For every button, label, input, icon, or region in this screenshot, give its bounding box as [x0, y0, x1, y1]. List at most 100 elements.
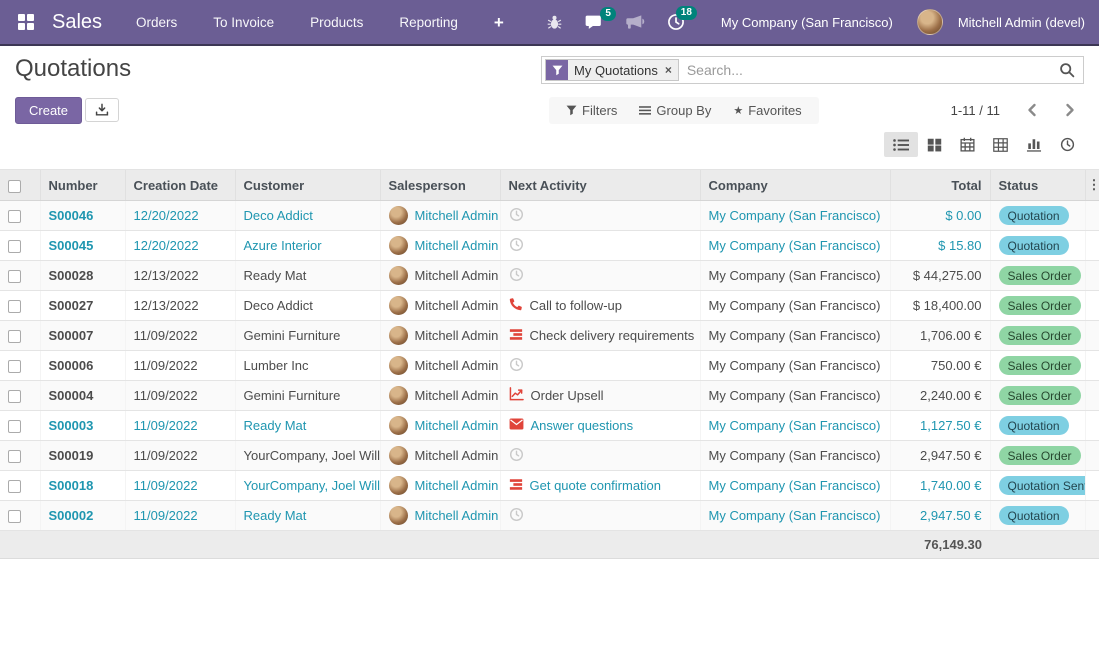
row-select-cell[interactable] — [0, 441, 40, 471]
table-row[interactable]: S0000711/09/2022Gemini FurnitureMitchell… — [0, 321, 1099, 351]
row-select-cell[interactable] — [0, 291, 40, 321]
cell-company: My Company (San Francisco) — [700, 201, 890, 231]
cell-total: $ 0.00 — [890, 201, 990, 231]
search-facet[interactable]: My Quotations × — [545, 59, 679, 81]
mail-icon[interactable] — [509, 418, 524, 433]
table-row[interactable]: S0000611/09/2022Lumber IncMitchell Admin… — [0, 351, 1099, 381]
cell-total: $ 44,275.00 — [890, 261, 990, 291]
select-all-checkbox[interactable] — [0, 170, 40, 201]
view-pivot-icon[interactable] — [984, 132, 1017, 157]
user-menu[interactable]: Mitchell Admin (devel) — [958, 15, 1085, 30]
cell-total: 1,127.50 € — [890, 411, 990, 441]
add-menu-button[interactable]: + — [494, 14, 504, 31]
row-select-cell[interactable] — [0, 471, 40, 501]
column-header-total[interactable]: Total — [890, 170, 990, 201]
column-header-salesperson[interactable]: Salesperson — [380, 170, 500, 201]
filters-button[interactable]: Filters — [559, 100, 624, 121]
cell-creation-date: 11/09/2022 — [125, 321, 235, 351]
clock-icon[interactable] — [509, 237, 524, 255]
row-checkbox[interactable] — [8, 390, 21, 403]
status-badge: Sales Order — [999, 326, 1081, 345]
create-button[interactable]: Create — [15, 97, 82, 124]
search-input[interactable] — [679, 62, 1057, 78]
row-checkbox[interactable] — [8, 330, 21, 343]
table-row[interactable]: S0004612/20/2022Deco AddictMitchell Admi… — [0, 201, 1099, 231]
clock-icon[interactable] — [509, 207, 524, 225]
cell-company: My Company (San Francisco) — [700, 471, 890, 501]
row-checkbox[interactable] — [8, 270, 21, 283]
row-checkbox[interactable] — [8, 210, 21, 223]
favorites-button[interactable]: ★ Favorites — [726, 100, 808, 121]
row-select-cell[interactable] — [0, 231, 40, 261]
clock-icon[interactable] — [509, 447, 524, 465]
nav-orders[interactable]: Orders — [136, 15, 177, 30]
phone-icon[interactable] — [509, 297, 523, 314]
tasks-icon[interactable] — [509, 328, 523, 344]
messages-icon[interactable]: 5 — [577, 9, 612, 36]
row-select-cell[interactable] — [0, 321, 40, 351]
pager-next-button[interactable] — [1056, 101, 1084, 119]
chart-icon[interactable] — [509, 387, 524, 404]
row-select-cell[interactable] — [0, 201, 40, 231]
row-select-cell[interactable] — [0, 501, 40, 531]
debug-icon[interactable] — [538, 9, 571, 36]
column-header-creation-date[interactable]: Creation Date — [125, 170, 235, 201]
table-row[interactable]: S0002712/13/2022Deco AddictMitchell Admi… — [0, 291, 1099, 321]
row-checkbox[interactable] — [8, 240, 21, 253]
column-header-company[interactable]: Company — [700, 170, 890, 201]
table-row[interactable]: S0000211/09/2022Ready MatMitchell AdminM… — [0, 501, 1099, 531]
table-row[interactable]: S0000411/09/2022Gemini FurnitureMitchell… — [0, 381, 1099, 411]
row-checkbox[interactable] — [8, 480, 21, 493]
table-row[interactable]: S0002812/13/2022Ready MatMitchell AdminM… — [0, 261, 1099, 291]
search-icon[interactable] — [1057, 60, 1077, 80]
column-header-number[interactable]: Number — [40, 170, 125, 201]
group-by-button[interactable]: Group By — [632, 100, 718, 121]
table-row[interactable]: S0001811/09/2022YourCompany, Joel Willis… — [0, 471, 1099, 501]
view-graph-icon[interactable] — [1017, 132, 1051, 157]
row-select-cell[interactable] — [0, 351, 40, 381]
view-kanban-icon[interactable] — [918, 132, 951, 157]
nav-products[interactable]: Products — [310, 15, 363, 30]
table-row[interactable]: S0000311/09/2022Ready MatMitchell AdminA… — [0, 411, 1099, 441]
cell-number: S00019 — [40, 441, 125, 471]
column-header-customer[interactable]: Customer — [235, 170, 380, 201]
row-select-cell[interactable] — [0, 261, 40, 291]
table-header-row: Number Creation Date Customer Salesperso… — [0, 170, 1099, 201]
column-header-status[interactable]: Status — [990, 170, 1085, 201]
row-select-cell[interactable] — [0, 381, 40, 411]
export-button[interactable] — [85, 98, 119, 122]
tasks-icon[interactable] — [509, 478, 523, 494]
row-checkbox[interactable] — [8, 420, 21, 433]
clock-icon[interactable] — [509, 507, 524, 525]
cell-status: Sales Order — [990, 381, 1085, 411]
apps-menu-icon[interactable] — [14, 10, 38, 34]
view-activity-icon[interactable] — [1051, 132, 1084, 157]
view-list-icon[interactable] — [884, 132, 918, 157]
row-checkbox[interactable] — [8, 510, 21, 523]
close-icon[interactable]: × — [664, 60, 678, 80]
activities-icon[interactable]: 18 — [659, 8, 693, 36]
avatar[interactable] — [917, 9, 943, 35]
salesperson-name: Mitchell Admin — [415, 358, 499, 373]
optional-columns-icon[interactable]: ⋮ — [1085, 170, 1099, 201]
view-calendar-icon[interactable] — [951, 132, 984, 157]
table-row[interactable]: S0001911/09/2022YourCompany, Joel Willis… — [0, 441, 1099, 471]
company-switcher[interactable]: My Company (San Francisco) — [721, 15, 893, 30]
row-checkbox[interactable] — [8, 300, 21, 313]
row-checkbox[interactable] — [8, 360, 21, 373]
table-row[interactable]: S0004512/20/2022Azure InteriorMitchell A… — [0, 231, 1099, 261]
salesperson-name: Mitchell Admin — [415, 298, 499, 313]
filter-icon — [546, 60, 568, 80]
search-bar[interactable]: My Quotations × — [541, 56, 1084, 84]
clock-icon[interactable] — [509, 357, 524, 375]
row-select-cell[interactable] — [0, 411, 40, 441]
row-checkbox[interactable] — [8, 450, 21, 463]
nav-reporting[interactable]: Reporting — [399, 15, 458, 30]
pager-previous-button[interactable] — [1018, 101, 1046, 119]
announcement-icon[interactable] — [618, 9, 653, 36]
clock-icon[interactable] — [509, 267, 524, 285]
column-header-next-activity[interactable]: Next Activity — [500, 170, 700, 201]
salesperson-avatar — [389, 236, 408, 255]
app-brand[interactable]: Sales — [52, 11, 102, 34]
nav-to-invoice[interactable]: To Invoice — [213, 15, 274, 30]
